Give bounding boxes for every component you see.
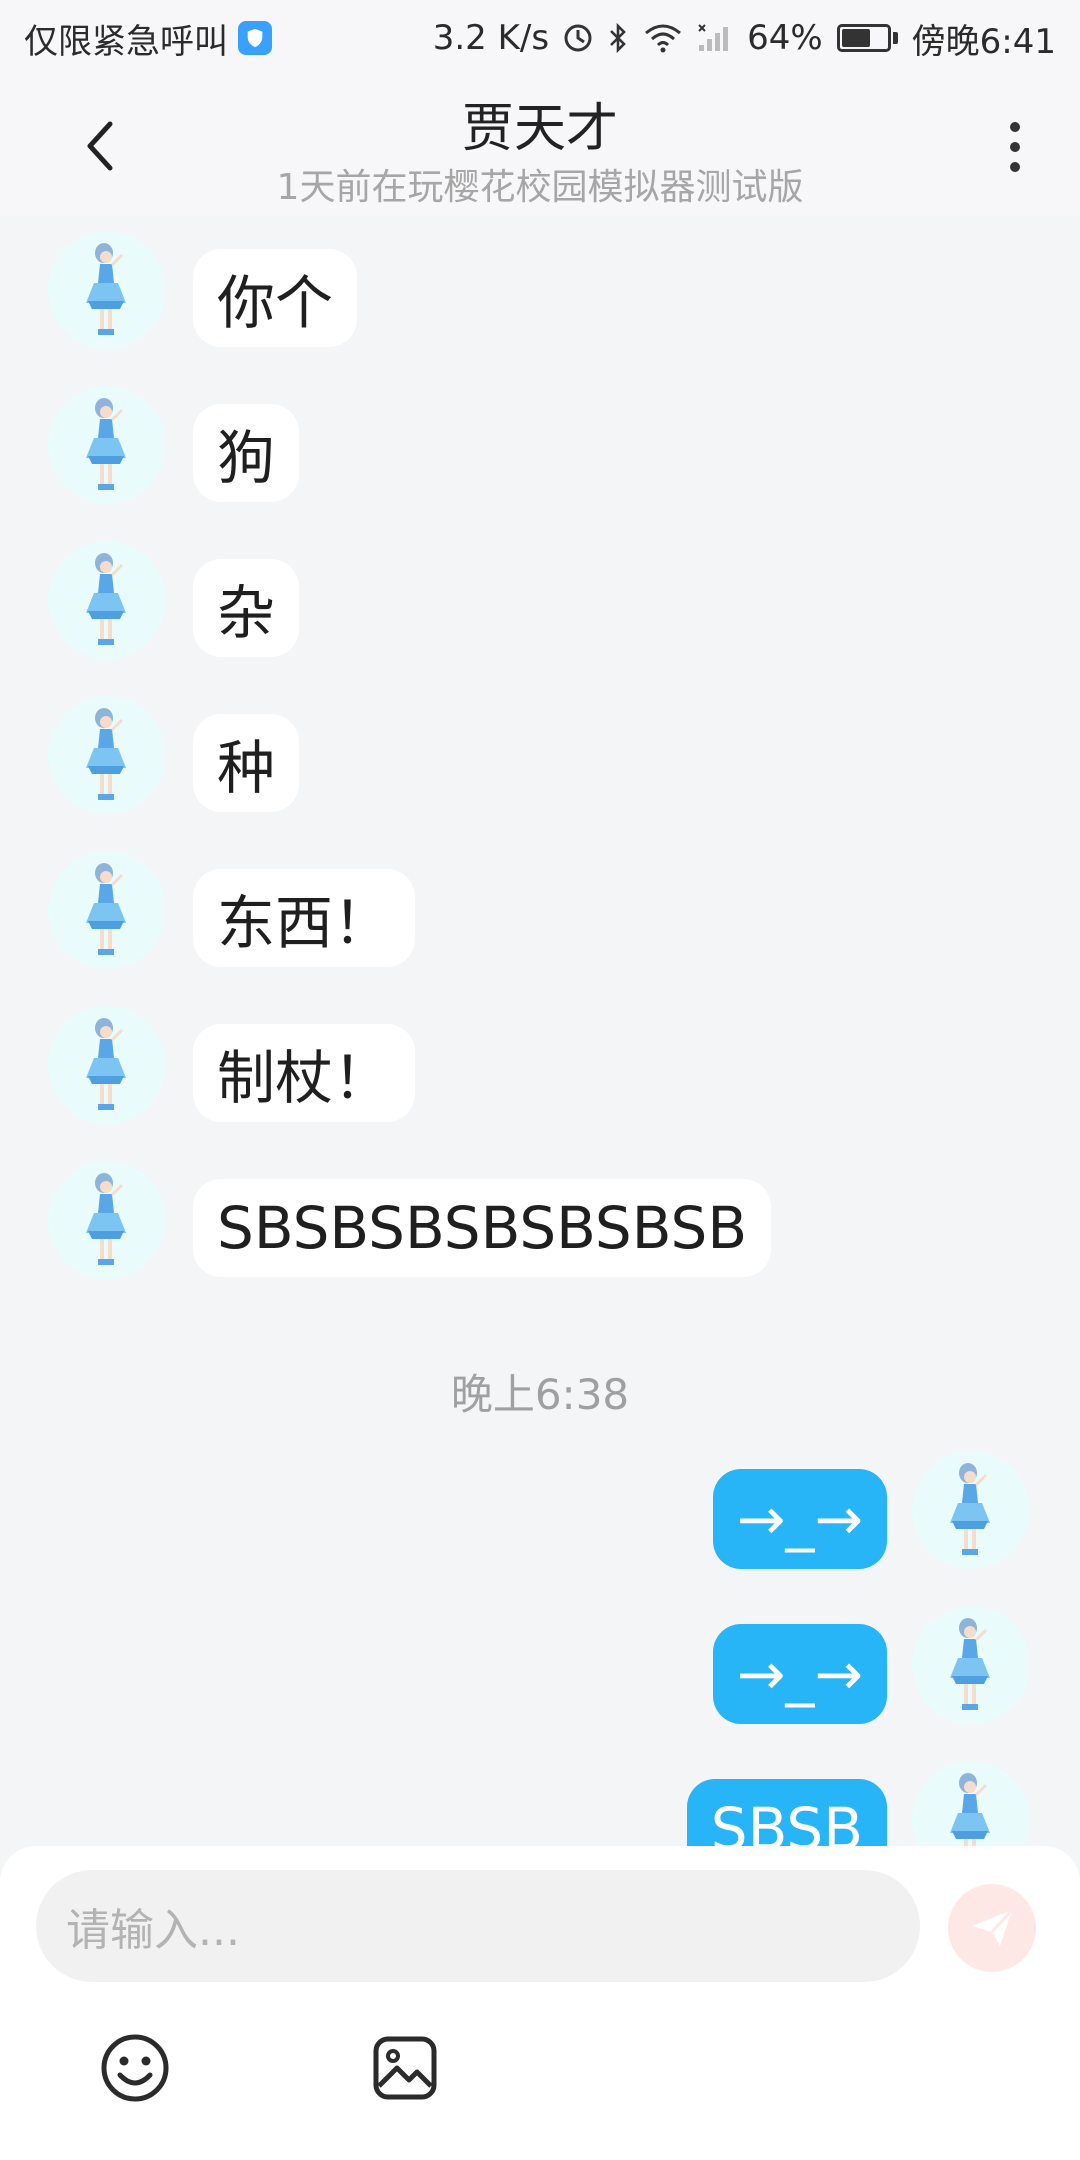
battery-percent: 64% bbox=[747, 18, 823, 58]
my-avatar[interactable] bbox=[912, 1606, 1030, 1724]
message-row-received: 狗 bbox=[0, 386, 1080, 506]
message-bubble[interactable]: SBSBSBSBSBSBSB bbox=[193, 1179, 772, 1277]
emoji-button[interactable] bbox=[99, 2032, 171, 2104]
message-bubble-sent[interactable]: SBSB bbox=[686, 1779, 887, 1846]
avatar[interactable] bbox=[48, 231, 166, 349]
chat-screen: 仅限紧急呼叫 3.2 K/s 64% 傍晚6:41 贾天才 1天前在玩樱花校园模… bbox=[0, 0, 1080, 2160]
emoji-icon bbox=[101, 2034, 169, 2102]
avatar[interactable] bbox=[48, 851, 166, 969]
contact-status: 1天前在玩樱花校园模拟器测试版 bbox=[276, 167, 804, 208]
battery-fill bbox=[841, 29, 870, 47]
message-row-received: 东西！ bbox=[0, 851, 1080, 971]
message-bubble[interactable]: 你个 bbox=[193, 249, 358, 347]
avatar[interactable] bbox=[48, 1006, 166, 1124]
chat-header: 贾天才 1天前在玩樱花校园模拟器测试版 bbox=[0, 76, 1080, 216]
message-bubble-sent[interactable]: →_→ bbox=[712, 1469, 887, 1569]
message-bubble[interactable]: 制杖！ bbox=[193, 1024, 416, 1122]
signal-icon bbox=[697, 23, 733, 53]
status-right: 3.2 K/s 64% 傍晚6:41 bbox=[433, 14, 1056, 63]
message-row-received: 种 bbox=[0, 696, 1080, 816]
message-row-sent: SBSB bbox=[0, 1761, 1080, 1846]
message-row-received: 制杖！ bbox=[0, 1006, 1080, 1126]
send-button[interactable] bbox=[948, 1884, 1036, 1972]
network-speed: 3.2 K/s bbox=[432, 18, 550, 58]
send-icon bbox=[972, 1908, 1014, 1946]
image-icon bbox=[373, 2036, 437, 2100]
data-saver-icon bbox=[563, 23, 593, 53]
battery-icon bbox=[836, 24, 898, 52]
bluetooth-icon bbox=[607, 22, 629, 54]
status-left: 仅限紧急呼叫 bbox=[24, 14, 272, 63]
message-row-received: 你个 bbox=[0, 231, 1080, 351]
clock: 傍晚6:41 bbox=[911, 21, 1056, 62]
message-row-sent: →_→ bbox=[0, 1451, 1080, 1571]
message-row-received: SBSBSBSBSBSBSB bbox=[0, 1161, 1080, 1281]
image-button[interactable] bbox=[369, 2032, 441, 2104]
status-bar: 仅限紧急呼叫 3.2 K/s 64% 傍晚6:41 bbox=[0, 0, 1080, 76]
message-row-sent: →_→ bbox=[0, 1606, 1080, 1726]
composer-panel: 请输入... bbox=[0, 1846, 1080, 2160]
wifi-icon bbox=[643, 23, 683, 53]
carrier-text: 仅限紧急呼叫 bbox=[24, 21, 228, 62]
message-row-received: 杂 bbox=[0, 541, 1080, 661]
message-bubble[interactable]: 东西！ bbox=[193, 869, 416, 967]
message-bubble-sent[interactable]: →_→ bbox=[712, 1624, 887, 1724]
message-bubble[interactable]: 杂 bbox=[193, 559, 300, 657]
avatar[interactable] bbox=[48, 696, 166, 814]
message-bubble[interactable]: 狗 bbox=[193, 404, 300, 502]
message-bubble[interactable]: 种 bbox=[193, 714, 300, 812]
message-input[interactable]: 请输入... bbox=[36, 1870, 920, 1982]
avatar[interactable] bbox=[48, 541, 166, 659]
shield-icon bbox=[238, 21, 272, 55]
more-vertical-icon[interactable] bbox=[990, 114, 1040, 180]
avatar[interactable] bbox=[48, 1161, 166, 1279]
avatar[interactable] bbox=[48, 386, 166, 504]
my-avatar[interactable] bbox=[912, 1761, 1030, 1846]
time-divider: 晚上6:38 bbox=[450, 1370, 630, 1419]
contact-name: 贾天才 bbox=[461, 99, 618, 159]
message-list[interactable]: 你个 狗 杂 种 东西！ 制杖！ SBSBSBSBSBSBSB 晚上6:38 → bbox=[0, 216, 1080, 1846]
my-avatar[interactable] bbox=[912, 1451, 1030, 1569]
